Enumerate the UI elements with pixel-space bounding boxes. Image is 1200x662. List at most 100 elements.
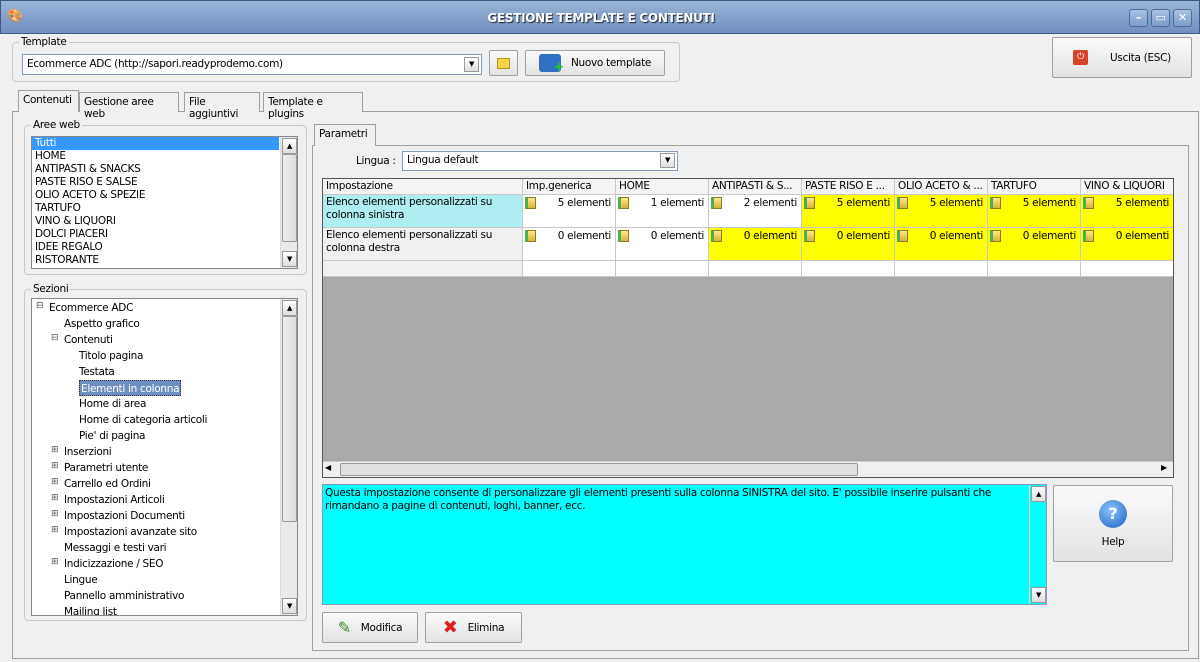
scroll-up-icon[interactable]: ▲ bbox=[282, 138, 297, 154]
aree-web-item[interactable]: RISTORANTE bbox=[32, 254, 279, 267]
empty-cell[interactable] bbox=[616, 261, 709, 277]
grid-cell[interactable]: 5 elementi bbox=[802, 195, 895, 228]
column-header[interactable]: TARTUFO bbox=[988, 179, 1081, 195]
scroll-thumb[interactable] bbox=[340, 463, 858, 476]
collapse-icon[interactable]: ⊟ bbox=[51, 333, 59, 343]
grid-cell[interactable]: 2 elementi bbox=[709, 195, 802, 228]
grid-horizontal-scrollbar[interactable]: ◀ ▶ bbox=[323, 461, 1173, 477]
aree-web-item[interactable]: DOLCI PIACERI bbox=[32, 228, 279, 241]
expand-icon[interactable]: ⊞ bbox=[51, 477, 59, 487]
close-button[interactable]: ✕ bbox=[1173, 9, 1192, 27]
aree-web-list[interactable]: Tutti HOME ANTIPASTI & SNACKS PASTE RISO E … bbox=[31, 136, 298, 269]
description-scrollbar[interactable]: ▲ ▼ bbox=[1029, 485, 1046, 604]
aree-web-item[interactable]: TARTUFO bbox=[32, 202, 279, 215]
tree-item[interactable]: Aspetto grafico bbox=[64, 316, 140, 332]
tree-item[interactable]: Impostazioni Articoli bbox=[64, 492, 165, 508]
tree-item[interactable]: Lingue bbox=[64, 572, 98, 588]
tab-file-aggiuntivi[interactable]: File aggiuntivi bbox=[184, 92, 260, 120]
tab-parametri[interactable]: Parametri bbox=[314, 124, 376, 146]
empty-cell[interactable] bbox=[709, 261, 802, 277]
tree-item[interactable]: Home di area bbox=[79, 396, 146, 412]
column-header[interactable]: HOME bbox=[616, 179, 709, 195]
tree-item[interactable]: Pie' di pagina bbox=[79, 428, 146, 444]
empty-cell[interactable] bbox=[895, 261, 988, 277]
scroll-thumb[interactable] bbox=[282, 316, 297, 522]
grid-cell[interactable]: 5 elementi bbox=[895, 195, 988, 228]
expand-icon[interactable]: ⊞ bbox=[51, 557, 59, 567]
tree-item[interactable]: Titolo pagina bbox=[79, 348, 143, 364]
chevron-down-icon[interactable]: ▼ bbox=[660, 153, 675, 168]
tree-item[interactable]: Carrello ed Ordini bbox=[64, 476, 151, 492]
description-textarea[interactable]: Questa impostazione consente di personal… bbox=[322, 484, 1047, 605]
minimize-button[interactable]: – bbox=[1129, 9, 1148, 27]
aree-web-item[interactable]: IDEE REGALO bbox=[32, 241, 279, 254]
tree-item[interactable]: Inserzioni bbox=[64, 444, 112, 460]
modifica-button[interactable]: ✎ Modifica bbox=[322, 612, 418, 643]
tree-item[interactable]: Mailing list bbox=[64, 604, 117, 615]
column-header[interactable]: Imp.generica bbox=[523, 179, 616, 195]
aree-web-item[interactable]: HOME bbox=[32, 150, 279, 163]
scroll-down-icon[interactable]: ▼ bbox=[1031, 587, 1046, 603]
lingua-select[interactable]: Lingua default ▼ bbox=[402, 151, 678, 171]
grid-cell[interactable]: 0 elementi bbox=[709, 228, 802, 261]
exit-button[interactable]: ⏻ Uscita (ESC) bbox=[1052, 37, 1192, 78]
scroll-right-icon[interactable]: ▶ bbox=[1161, 463, 1167, 472]
scroll-up-icon[interactable]: ▲ bbox=[282, 300, 297, 316]
empty-cell[interactable] bbox=[323, 261, 523, 277]
column-header[interactable]: VINO & LIQUORI bbox=[1081, 179, 1173, 195]
row-label[interactable]: Elenco elementi personalizzati su colonn… bbox=[323, 195, 523, 228]
tree-item[interactable]: Contenuti bbox=[64, 332, 113, 348]
grid-cell[interactable]: 5 elementi bbox=[988, 195, 1081, 228]
column-header[interactable]: PASTE RISO E ... bbox=[802, 179, 895, 195]
empty-cell[interactable] bbox=[523, 261, 616, 277]
tree-item[interactable]: Elementi in colonna bbox=[79, 380, 182, 396]
aree-web-item[interactable]: ANTIPASTI & SNACKS bbox=[32, 163, 279, 176]
tree-item[interactable]: Testata bbox=[79, 364, 115, 380]
template-select[interactable]: Ecommerce ADC (http://sapori.readyprodem… bbox=[22, 54, 482, 75]
aree-web-item[interactable]: VINO & LIQUORI bbox=[32, 215, 279, 228]
open-folder-button[interactable] bbox=[489, 50, 518, 76]
expand-icon[interactable]: ⊞ bbox=[51, 445, 59, 455]
scroll-down-icon[interactable]: ▼ bbox=[282, 598, 297, 614]
grid-cell[interactable]: 0 elementi bbox=[1081, 228, 1173, 261]
tree-item[interactable]: Impostazioni Documenti bbox=[64, 508, 185, 524]
column-header[interactable]: ANTIPASTI & S... bbox=[709, 179, 802, 195]
grid-cell[interactable]: 0 elementi bbox=[988, 228, 1081, 261]
expand-icon[interactable]: ⊞ bbox=[51, 461, 59, 471]
collapse-icon[interactable]: ⊟ bbox=[36, 301, 44, 311]
column-header[interactable]: Impostazione bbox=[323, 179, 523, 195]
scroll-left-icon[interactable]: ◀ bbox=[325, 463, 331, 472]
column-header[interactable]: OLIO ACETO & ... bbox=[895, 179, 988, 195]
elimina-button[interactable]: ✖ Elimina bbox=[425, 612, 522, 643]
tree-item[interactable]: Parametri utente bbox=[64, 460, 148, 476]
tree-scrollbar[interactable]: ▲ ▼ bbox=[280, 299, 297, 615]
tree-item[interactable]: Indicizzazione / SEO bbox=[64, 556, 164, 572]
chevron-down-icon[interactable]: ▼ bbox=[464, 57, 479, 72]
empty-cell[interactable] bbox=[988, 261, 1081, 277]
maximize-button[interactable]: ▭ bbox=[1151, 9, 1170, 27]
aree-web-item[interactable]: OLIO ACETO & SPEZIE bbox=[32, 189, 279, 202]
scroll-thumb[interactable] bbox=[282, 154, 297, 242]
tree-item[interactable]: Messaggi e testi vari bbox=[64, 540, 167, 556]
scroll-up-icon[interactable]: ▲ bbox=[1031, 486, 1046, 502]
aree-scrollbar[interactable]: ▲ ▼ bbox=[280, 137, 297, 268]
sezioni-tree[interactable]: ⊟ Ecommerce ADC Aspetto grafico ⊟ Contenuti T… bbox=[31, 298, 298, 616]
row-label[interactable]: Elenco elementi personalizzati su colonn… bbox=[323, 228, 523, 261]
tree-item[interactable]: Home di categoria articoli bbox=[79, 412, 207, 428]
new-template-button[interactable]: + Nuovo template bbox=[525, 50, 665, 76]
tab-template-plugins[interactable]: Template e plugins bbox=[263, 92, 363, 120]
tab-gestione-aree-web[interactable]: Gestione aree web bbox=[79, 92, 179, 120]
scroll-down-icon[interactable]: ▼ bbox=[282, 251, 297, 267]
grid-cell[interactable]: 0 elementi bbox=[616, 228, 709, 261]
empty-cell[interactable] bbox=[802, 261, 895, 277]
grid-cell[interactable]: 0 elementi bbox=[895, 228, 988, 261]
tree-item[interactable]: Ecommerce ADC bbox=[49, 300, 133, 316]
expand-icon[interactable]: ⊞ bbox=[51, 525, 59, 535]
expand-icon[interactable]: ⊞ bbox=[51, 509, 59, 519]
help-button[interactable]: ? Help bbox=[1053, 485, 1173, 562]
tab-contenuti[interactable]: Contenuti bbox=[18, 90, 79, 112]
parameters-grid[interactable]: Impostazione Imp.generica HOME ANTIPASTI & … bbox=[322, 178, 1174, 478]
grid-cell[interactable]: 0 elementi bbox=[802, 228, 895, 261]
tree-item[interactable]: Pannello amministrativo bbox=[64, 588, 184, 604]
grid-cell[interactable]: 0 elementi bbox=[523, 228, 616, 261]
